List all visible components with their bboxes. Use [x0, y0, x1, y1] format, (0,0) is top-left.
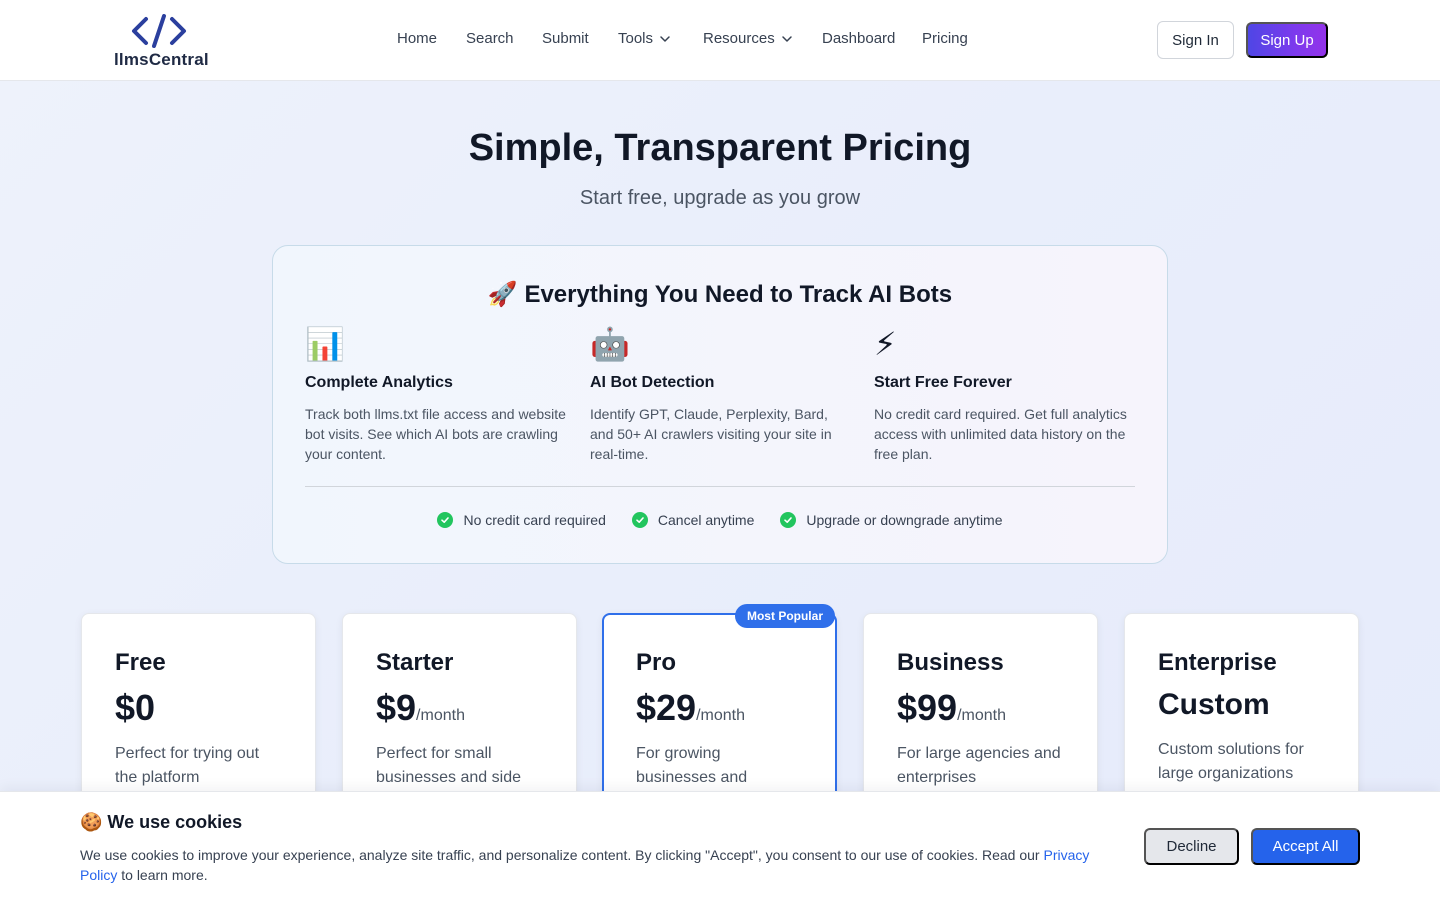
check-label: Upgrade or downgrade anytime [806, 512, 1003, 528]
plan-price: $0 [115, 688, 283, 728]
plan-name: Starter [376, 649, 454, 676]
most-popular-badge: Most Popular [734, 604, 835, 628]
cookie-title: 🍪 We use cookies [80, 812, 243, 832]
page-title: Simple, Transparent Pricing [468, 127, 972, 169]
chevron-down-icon [660, 35, 670, 42]
feature-title: Complete Analytics [305, 374, 453, 391]
plan-name: Free [115, 649, 166, 676]
plan-price: $99 /month [897, 688, 1065, 728]
plan-period: /month [957, 707, 1006, 724]
plan-description: Perfect for small businesses and side [376, 745, 521, 786]
nav-submit[interactable]: Submit [542, 30, 589, 47]
plan-name: Business [897, 649, 1004, 676]
accept-cookies-button[interactable]: Accept All [1251, 828, 1360, 865]
feature-title: AI Bot Detection [590, 374, 715, 391]
nav-search-label: Search [466, 30, 514, 47]
cookie-text-tail: to learn more. [117, 867, 208, 883]
plan-description: Custom solutions for large organizations [1158, 741, 1304, 782]
robot-icon: 🤖 [590, 326, 630, 362]
feature-analytics: 📊 Complete Analytics Track both llms.txt… [305, 326, 567, 464]
nav-dashboard[interactable]: Dashboard [822, 30, 895, 47]
feature-description: Track both llms.txt file access and webs… [305, 406, 566, 462]
cookie-text: We use cookies to improve your experienc… [80, 845, 1110, 885]
code-brackets-icon [132, 14, 186, 48]
decline-cookies-button[interactable]: Decline [1144, 828, 1239, 865]
check-circle-icon [631, 512, 648, 528]
lightning-icon: ⚡ [874, 326, 897, 362]
logo-text: llmsCentral [114, 50, 209, 69]
sign-in-button[interactable]: Sign In [1157, 21, 1234, 59]
cookie-text-body: We use cookies to improve your experienc… [80, 847, 1044, 863]
benefit-checks: No credit card required Cancel anytime U… [273, 512, 1167, 528]
plan-period: /month [416, 707, 465, 724]
check-circle-icon [437, 512, 454, 528]
nav-home-label: Home [397, 30, 438, 47]
logo[interactable]: llmsCentral [114, 14, 209, 69]
check-item: No credit card required [437, 512, 606, 528]
feature-title: Start Free Forever [874, 374, 1012, 391]
features-card: 🚀 Everything You Need to Track AI Bots 📊… [272, 245, 1168, 564]
nav-tools[interactable]: Tools [618, 30, 671, 47]
plan-name: Pro [636, 649, 677, 676]
feature-bot-detection: 🤖 AI Bot Detection Identify GPT, Claude,… [590, 326, 852, 464]
plan-name: Enterprise [1158, 649, 1277, 676]
feature-description: Identify GPT, Claude, Perplexity, Bard, … [590, 406, 832, 462]
plan-description: For growing businesses and [636, 745, 748, 786]
feature-description: No credit card required. Get full analyt… [874, 406, 1127, 462]
plan-price: $29 /month [636, 688, 804, 728]
plan-description: For large agencies and enterprises [897, 745, 1061, 786]
plan-amount: $99 [897, 687, 958, 728]
check-circle-icon [780, 512, 797, 528]
nav-home[interactable]: Home [397, 30, 437, 47]
plan-amount: $0 [115, 687, 156, 728]
check-item: Cancel anytime [631, 512, 755, 528]
page-subtitle: Start free, upgrade as you grow [579, 187, 861, 209]
sign-up-button[interactable]: Sign Up [1246, 22, 1328, 58]
nav-pricing-label: Pricing [922, 30, 968, 47]
plan-period: /month [696, 707, 745, 724]
bar-chart-icon: 📊 [305, 326, 345, 362]
nav-search[interactable]: Search [466, 30, 514, 47]
plan-description: Perfect for trying out the platform [115, 745, 260, 786]
nav-tools-label: Tools [618, 30, 654, 47]
nav-resources-label: Resources [703, 30, 775, 47]
plan-amount: $29 [636, 687, 697, 728]
check-item: Upgrade or downgrade anytime [780, 512, 1003, 528]
chevron-down-icon [781, 35, 792, 42]
nav-resources[interactable]: Resources [703, 30, 793, 47]
divider [305, 486, 1135, 487]
nav-dashboard-label: Dashboard [822, 30, 896, 47]
features-title: 🚀 Everything You Need to Track AI Bots [487, 281, 953, 308]
check-label: Cancel anytime [657, 512, 755, 528]
feature-free-forever: ⚡ Start Free Forever No credit card requ… [874, 326, 1136, 464]
plan-amount: $9 [376, 687, 417, 728]
nav-pricing[interactable]: Pricing [922, 30, 968, 47]
cookie-banner: 🍪 We use cookies We use cookies to impro… [0, 791, 1440, 900]
site-header: llmsCentral Home Search Submit Tools Res… [0, 0, 1440, 81]
check-label: No credit card required [463, 512, 606, 528]
plan-price: $9 /month [376, 688, 544, 728]
plan-amount: Custom [1158, 688, 1270, 721]
nav-submit-label: Submit [542, 30, 589, 47]
